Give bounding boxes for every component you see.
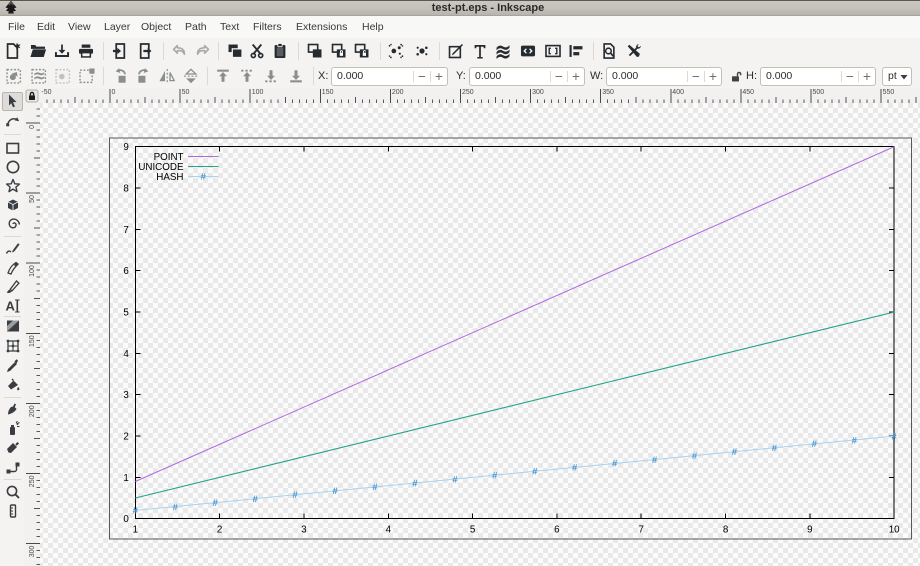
svg-text:#: # (252, 494, 258, 505)
svg-text:0: 0 (29, 125, 36, 129)
svg-text:250: 250 (29, 475, 36, 487)
svg-text:#: # (452, 474, 458, 485)
svg-text:8: 8 (723, 525, 729, 536)
svg-text:A: A (6, 298, 16, 313)
svg-text:HASH: HASH (156, 172, 183, 183)
svg-text:#: # (572, 463, 578, 474)
svg-text:2: 2 (217, 525, 222, 536)
svg-text:3: 3 (301, 525, 307, 536)
svg-text:8: 8 (123, 183, 129, 194)
svg-text:#: # (812, 439, 818, 450)
svg-text:#: # (732, 447, 738, 458)
svg-text:#: # (412, 478, 418, 489)
svg-text:7: 7 (123, 225, 128, 236)
svg-text:1: 1 (123, 473, 128, 484)
svg-text:200: 200 (29, 405, 36, 417)
svg-text:50: 50 (29, 195, 36, 203)
svg-text:7: 7 (638, 525, 643, 536)
svg-text:#: # (772, 443, 778, 454)
svg-text:#: # (492, 470, 498, 481)
svg-text:5: 5 (123, 307, 129, 318)
svg-text:5: 5 (470, 525, 476, 536)
svg-text:4: 4 (123, 349, 129, 360)
svg-text:150: 150 (29, 335, 36, 347)
svg-text:#: # (133, 506, 139, 517)
svg-text:#: # (372, 482, 378, 493)
svg-text:1: 1 (133, 525, 138, 536)
svg-text:#: # (201, 172, 207, 183)
svg-text:4: 4 (386, 525, 392, 536)
svg-text:#: # (852, 435, 858, 446)
svg-text:9: 9 (807, 525, 812, 536)
svg-text:#: # (692, 451, 698, 462)
svg-text:300: 300 (29, 546, 36, 558)
svg-text:#: # (652, 455, 658, 466)
svg-text:#: # (173, 502, 179, 513)
svg-text:2: 2 (123, 431, 128, 442)
svg-text:6: 6 (123, 266, 129, 277)
svg-text:#: # (612, 459, 618, 470)
svg-text:#: # (332, 486, 338, 497)
svg-text:3: 3 (123, 390, 129, 401)
svg-text:#: # (532, 467, 538, 478)
svg-text:100: 100 (29, 265, 36, 277)
svg-text:9: 9 (123, 142, 128, 153)
svg-text:#: # (213, 498, 219, 509)
svg-text:10: 10 (889, 525, 900, 536)
svg-text:6: 6 (554, 525, 560, 536)
svg-text:0: 0 (123, 514, 129, 525)
svg-text:#: # (292, 490, 298, 501)
svg-text:#: # (892, 431, 898, 442)
